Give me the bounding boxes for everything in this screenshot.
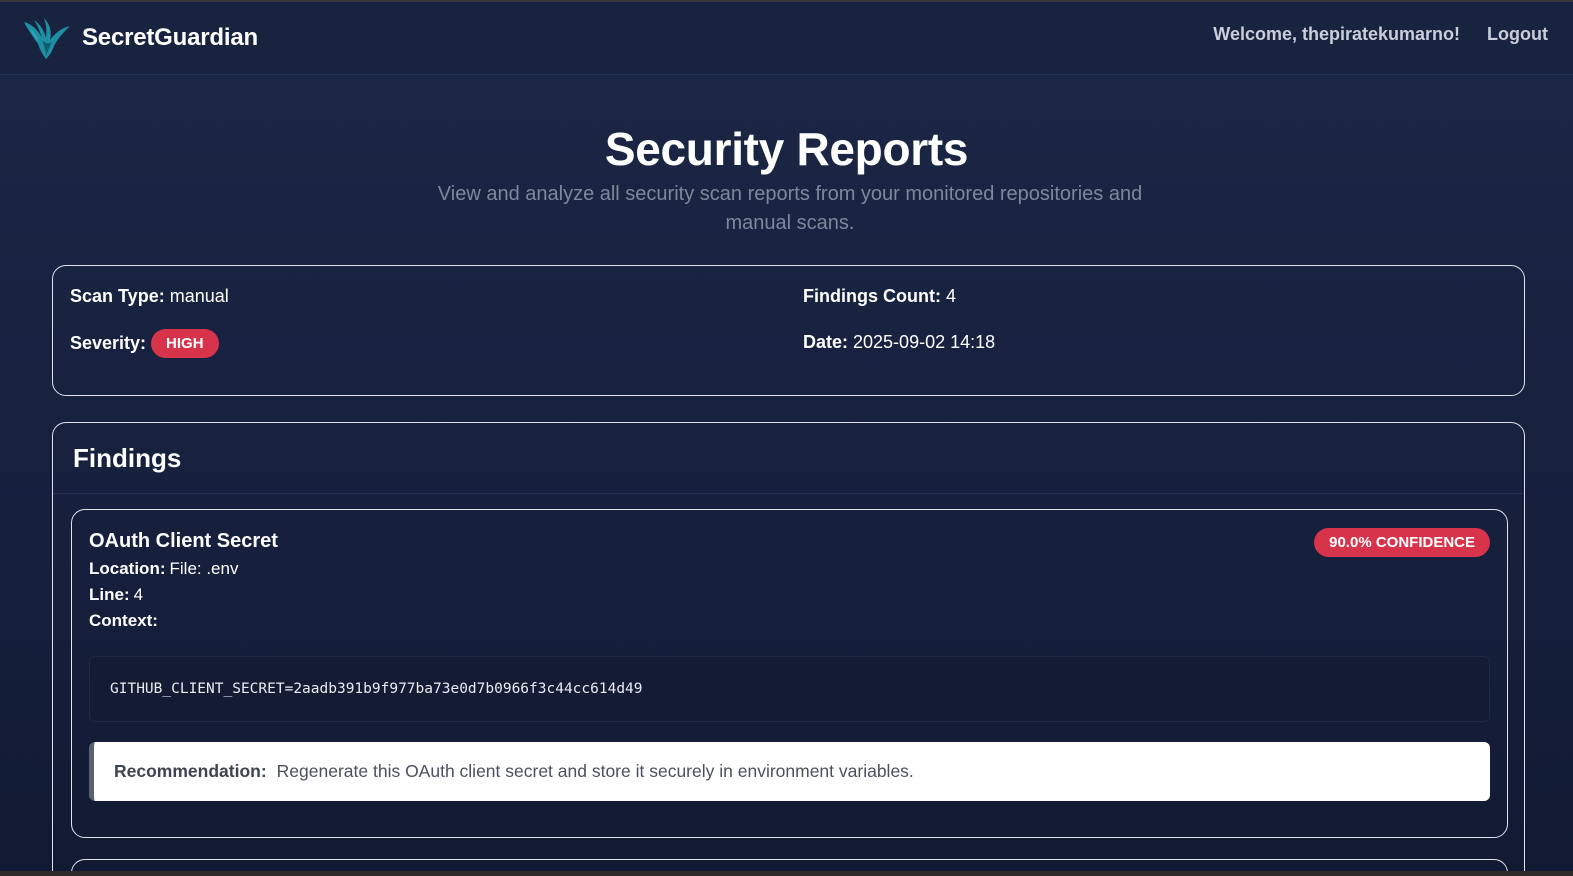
finding-location: Location: File: .env (89, 559, 238, 579)
date-value: 2025-09-02 14:18 (853, 332, 996, 352)
scan-type-field: Scan Type: manual (70, 286, 229, 307)
scan-type-label: Scan Type: (70, 286, 165, 306)
page-subtitle: View and analyze all security scan repor… (437, 183, 1143, 234)
severity-label: Severity: (70, 333, 147, 353)
page-title: Security Reports (604, 123, 969, 175)
recommendation-box: Recommendation: Regenerate this OAuth cl… (89, 742, 1490, 801)
nav-right: Welcome, thepiratekumarno! Logout (1213, 24, 1548, 45)
scan-type-value: manual (169, 286, 229, 306)
findings-card: Findings OAuth Client Secret 90.0% CONFI… (52, 422, 1525, 876)
severity-field: Severity: HIGH (70, 329, 219, 358)
date-label: Date: (803, 332, 849, 352)
logout-link[interactable]: Logout (1487, 24, 1548, 45)
severity-badge: HIGH (151, 329, 219, 358)
recommendation-label: Recommendation: (114, 761, 267, 781)
welcome-text: Welcome, thepiratekumarno! (1213, 24, 1461, 44)
report-summary-card: Scan Type: manual Severity: HIGH Finding… (52, 265, 1525, 396)
finding-title: OAuth Client Secret (89, 530, 278, 552)
line-value: 4 (133, 585, 144, 604)
context-code-block[interactable]: GITHUB_CLIENT_SECRET=2aadb391b9f977ba73e… (89, 656, 1490, 722)
findings-title: Findings (73, 443, 182, 473)
finding-context: Context: (89, 611, 162, 631)
line-label: Line: (89, 585, 130, 604)
context-label: Context: (89, 611, 158, 630)
recommendation-text: Regenerate this OAuth client secret and … (276, 761, 914, 781)
findings-count-field: Findings Count: 4 (803, 286, 956, 307)
brand-name: SecretGuardian (82, 24, 258, 51)
location-label: Location: (89, 559, 166, 578)
navbar: SecretGuardian Welcome, thepiratekumarno… (0, 2, 1573, 75)
phoenix-logo-icon (24, 18, 70, 59)
confidence-badge: 90.0% CONFIDENCE (1314, 528, 1490, 557)
findings-divider (53, 493, 1524, 494)
finding-line: Line: 4 (89, 585, 143, 605)
location-value: File: .env (169, 559, 239, 578)
finding-item: OAuth Client Secret 90.0% CONFIDENCE Loc… (71, 509, 1508, 838)
window-bottom-edge (0, 871, 1573, 876)
date-field: Date: 2025-09-02 14:18 (803, 332, 995, 353)
findings-count-label: Findings Count: (803, 286, 941, 306)
brand[interactable]: SecretGuardian (22, 16, 258, 60)
findings-count-value: 4 (945, 286, 956, 306)
